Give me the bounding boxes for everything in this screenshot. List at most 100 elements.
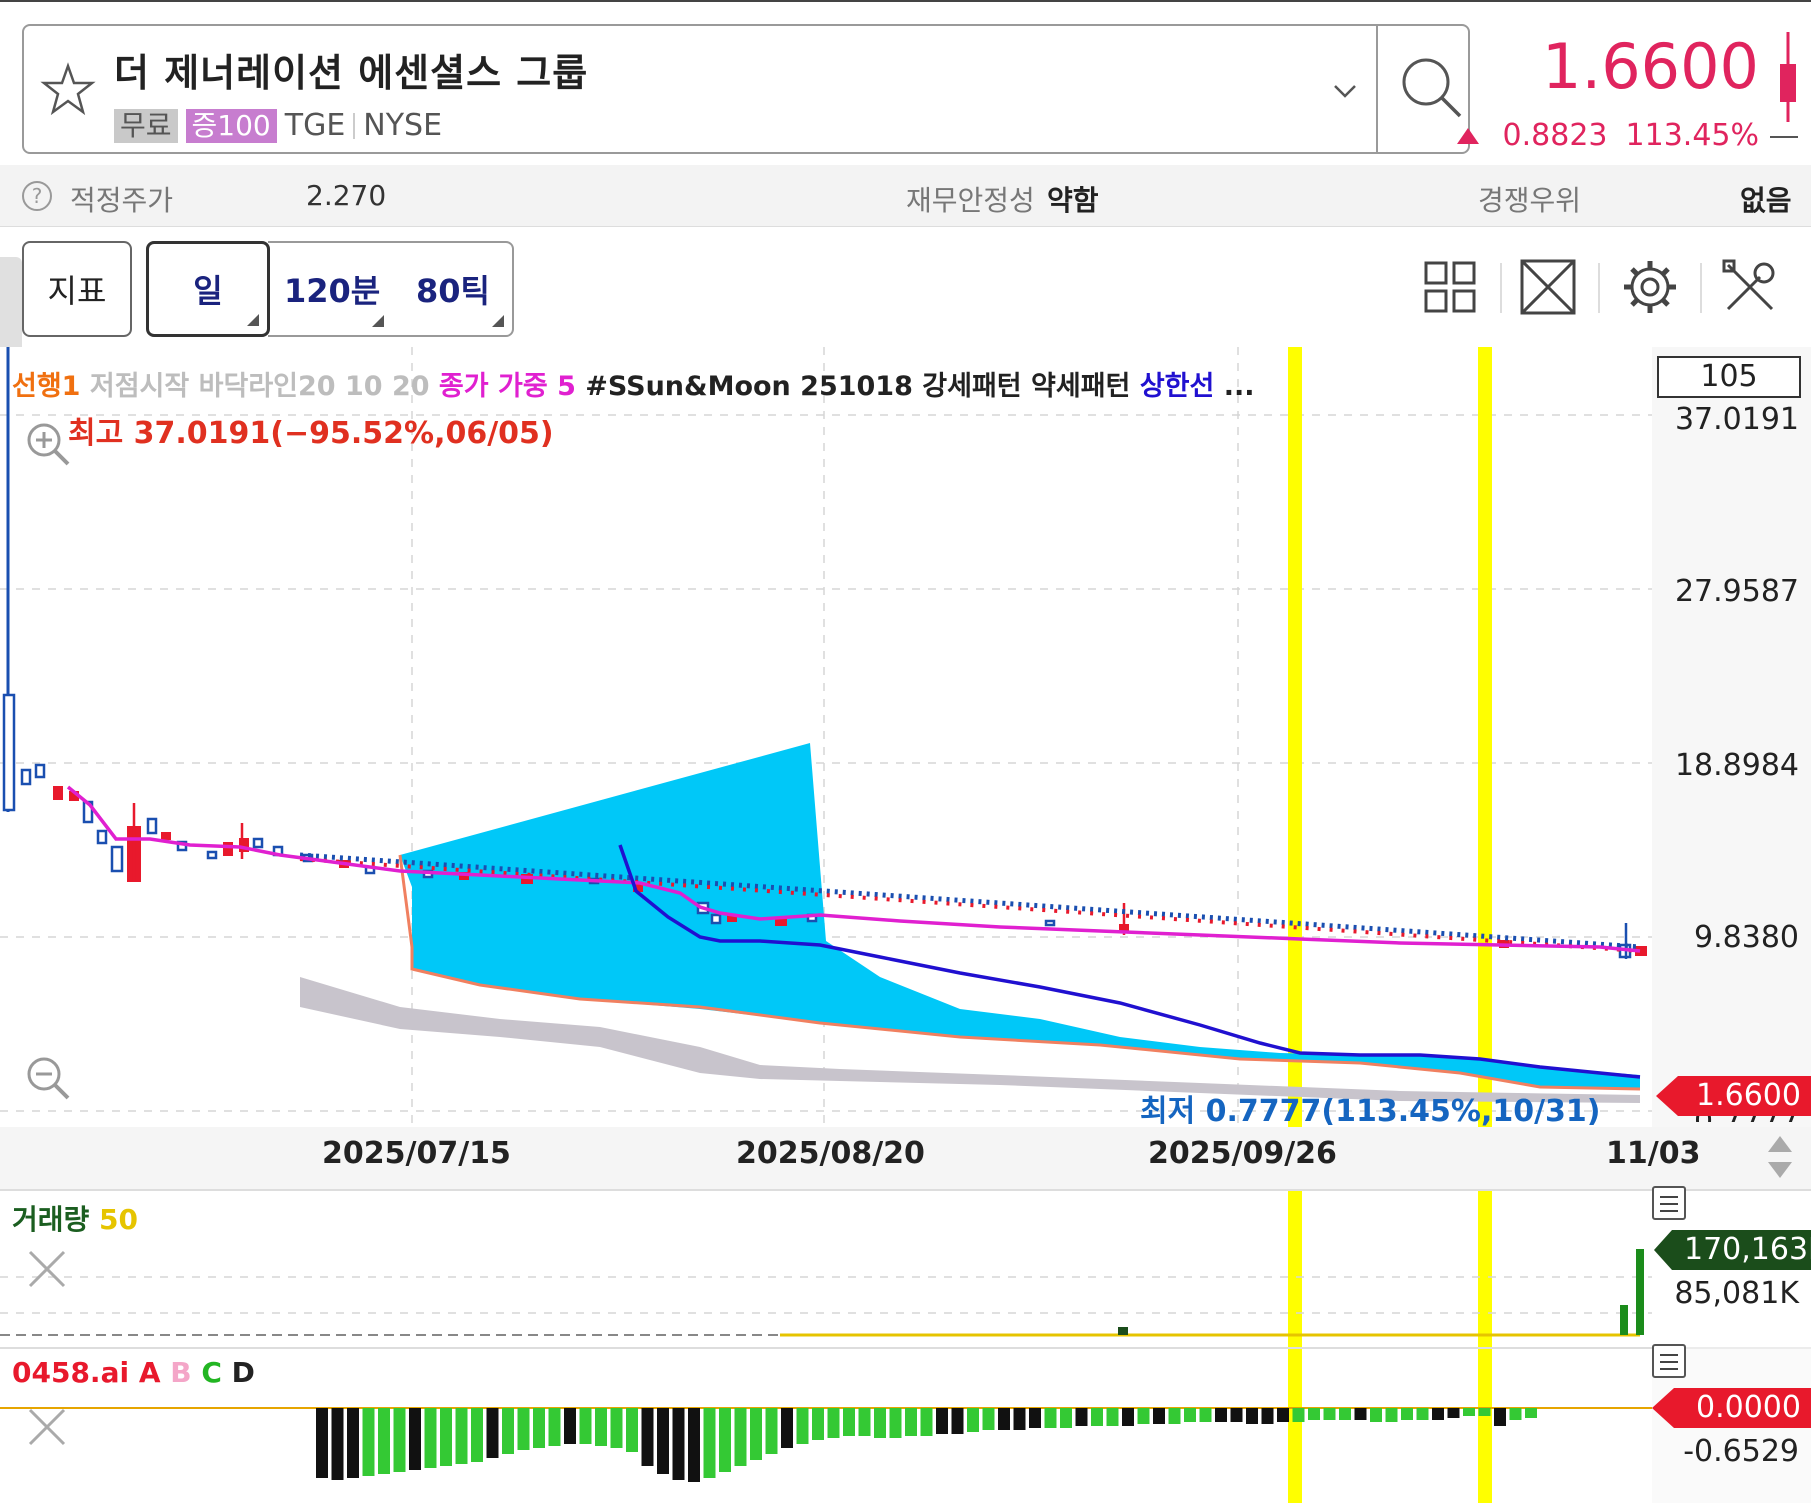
tools-icon[interactable] (1720, 257, 1780, 317)
side-drawer-handle[interactable] (0, 257, 22, 357)
indicator-bar (781, 1408, 793, 1448)
indicator-bar (486, 1408, 499, 1458)
indicator-bar (874, 1408, 886, 1438)
stock-search-box[interactable]: 더 제너레이션 에센셜스 그룹 무료 증100 TGE NYSE (22, 24, 1470, 154)
candle-count-box[interactable]: 105 (1657, 356, 1801, 398)
indicator-bar (502, 1408, 514, 1454)
indicator-bar (362, 1408, 375, 1476)
indicator-legend[interactable]: 선행1 저점시작 바닥라인20 10 20 종가 가중 5 #SSun&Moon… (12, 364, 1255, 403)
tag-divider (353, 112, 356, 139)
indicator-bar (1292, 1408, 1305, 1422)
indicator-bar (1339, 1408, 1351, 1420)
ai-indicator-label[interactable]: 0458.ai A B C D (12, 1356, 255, 1389)
chevron-down-icon[interactable] (1330, 76, 1360, 106)
search-divider (1376, 26, 1378, 152)
indicator-bar (1478, 1408, 1491, 1416)
y-tick-4: 9.8380 (1694, 920, 1799, 955)
zoom-out-icon[interactable] (22, 1052, 72, 1102)
layout-grid-icon[interactable] (1420, 257, 1480, 317)
fin-stability-label: 재무안정성 (906, 184, 1035, 217)
price-change: 0.8823 113.45% (1456, 118, 1759, 153)
zoom-in-icon[interactable] (22, 418, 72, 468)
indicator-bar (827, 1408, 840, 1438)
indicator-bar (920, 1408, 933, 1436)
close-icon[interactable] (24, 1246, 70, 1292)
indicator-bar (1168, 1408, 1181, 1424)
scroll-arrows-icon[interactable] (1762, 1132, 1798, 1182)
period-120m-label: 120분 (284, 272, 381, 310)
indicator-bar (657, 1408, 669, 1474)
competitive-value: 없음 (1740, 184, 1792, 217)
legend-item-1: 선행1 (12, 371, 81, 402)
indicator-bar (471, 1408, 483, 1462)
indicator-bars (316, 1408, 1537, 1482)
indicator-bar (1060, 1408, 1072, 1428)
panel-divider (0, 1189, 1811, 1191)
indicator-bar (1494, 1408, 1506, 1426)
close-icon[interactable] (24, 1404, 70, 1450)
period-day-button[interactable]: 일 (146, 241, 270, 337)
indicator-bar (812, 1408, 824, 1440)
settings-gear-icon[interactable] (1620, 257, 1680, 317)
legend-item-3: 종가 가중 5 (438, 371, 576, 402)
volume-flag: 170,163K (1654, 1230, 1811, 1270)
indicator-button[interactable]: 지표 (22, 241, 132, 337)
indicator-bar (1029, 1408, 1041, 1428)
free-tag: 무료 (114, 108, 178, 143)
tool-divider (1598, 263, 1600, 313)
period-group: 120분 80틱 (268, 241, 514, 337)
indicator-bar (1308, 1408, 1320, 1420)
stock-info-bar: ? 적정주가 2.270 재무안정성 약함 경쟁우위 없음 (0, 165, 1811, 227)
stock-name: 더 제너레이션 에센셜스 그룹 (114, 51, 589, 95)
volume-label[interactable]: 거래량 50 (12, 1198, 138, 1238)
search-icon[interactable] (1394, 50, 1470, 126)
high-price-label: 최고 37.0191(−95.52%,06/05) (68, 416, 554, 451)
current-price-flag: 1.6600 (1656, 1076, 1811, 1116)
change-pct: 113.45% (1625, 118, 1759, 153)
indicator-bar (734, 1408, 747, 1466)
indicator-bar (967, 1408, 979, 1432)
series-c: C (201, 1356, 222, 1389)
indicator-bar (455, 1408, 468, 1464)
period-120m-button[interactable]: 120분 (284, 243, 380, 335)
volume-bar (1620, 1305, 1628, 1335)
y-tick-2: 27.9587 (1674, 574, 1799, 609)
indicator-bar (672, 1408, 685, 1480)
indicator-bar (1401, 1408, 1413, 1420)
legend-more: ... (1223, 371, 1255, 402)
indicator-bar (1184, 1408, 1196, 1422)
change-abs: 0.8823 (1502, 118, 1608, 153)
period-80tick-button[interactable]: 80틱 (416, 243, 490, 335)
period-80tick-label: 80틱 (416, 272, 490, 310)
indicator-bar (1416, 1408, 1429, 1420)
indicator-bar (641, 1408, 654, 1466)
price-chart[interactable] (0, 347, 1811, 1503)
volume-bar (1636, 1249, 1644, 1335)
indicator-bar (1509, 1408, 1522, 1420)
ticker: TGE (284, 108, 346, 143)
x-tick-1: 2025/07/15 (322, 1136, 511, 1171)
margin-tag: 증100 (185, 108, 277, 143)
indicator-bar (517, 1408, 530, 1450)
indicator-bar (1323, 1408, 1336, 1420)
legend-item-2: 저점시작 바닥라인20 10 20 (89, 371, 430, 402)
indicator-bar (765, 1408, 778, 1454)
x-tick-4: 11/03 (1606, 1136, 1701, 1171)
indicator-bar (1137, 1408, 1150, 1424)
indicator-bar (1091, 1408, 1103, 1426)
hamburger-menu-icon[interactable] (1652, 1344, 1686, 1378)
indicator-bar (1277, 1408, 1289, 1422)
volume-title: 거래량 (12, 1203, 90, 1236)
favorite-star-icon[interactable] (38, 60, 98, 120)
volume-bar (1118, 1327, 1128, 1335)
y-tick-3: 18.8984 (1674, 748, 1799, 783)
indicator-bar (1447, 1408, 1460, 1418)
tool-divider (1700, 263, 1702, 313)
help-icon[interactable]: ? (22, 181, 52, 211)
expand-icon[interactable] (1518, 257, 1578, 317)
period-day-label: 일 (193, 272, 223, 310)
fair-price-value: 2.270 (306, 179, 387, 212)
indicator-bar (393, 1408, 406, 1472)
indicator-bar (1153, 1408, 1165, 1424)
hamburger-menu-icon[interactable] (1652, 1186, 1686, 1220)
